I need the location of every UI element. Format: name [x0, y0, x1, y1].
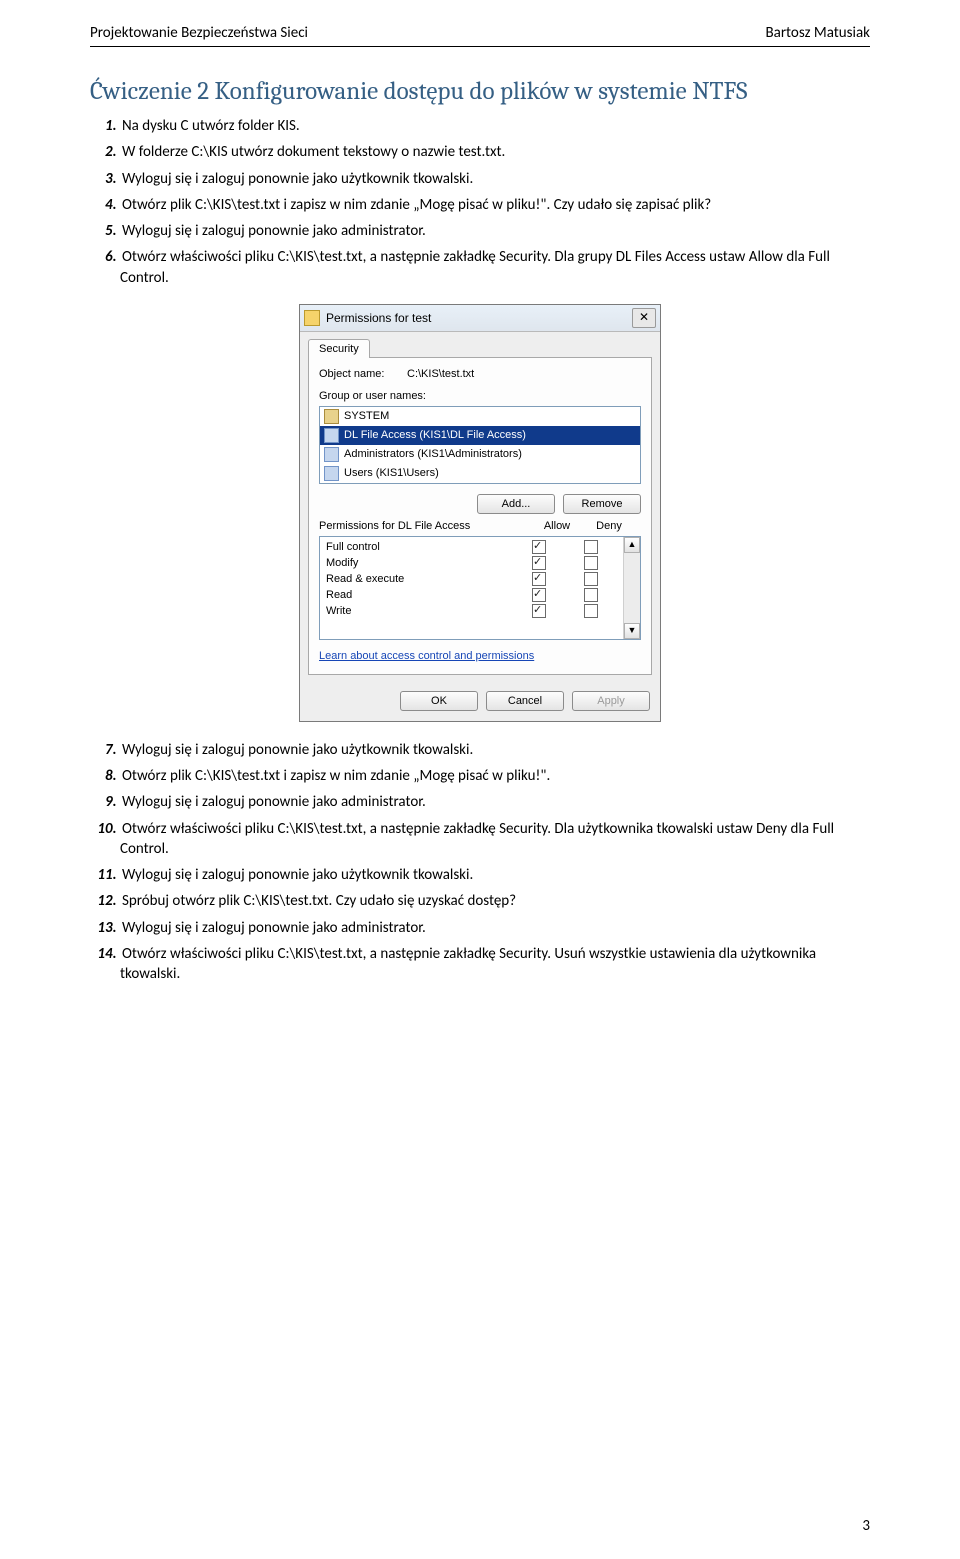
- page-header: Projektowanie Bezpieczeństwa Sieci Barto…: [90, 24, 870, 42]
- group-icon: [324, 466, 339, 481]
- object-name-label: Object name:: [319, 368, 399, 380]
- permission-name: Modify: [326, 557, 513, 569]
- permissions-header: Permissions for DL File Access Allow Den…: [319, 520, 641, 536]
- principals-listbox[interactable]: SYSTEM DL File Access (KIS1\DL File Acce…: [319, 406, 641, 484]
- step-text: Wyloguj się i zaloguj ponownie jako admi…: [120, 222, 426, 240]
- list-item[interactable]: DL File Access (KIS1\DL File Access): [320, 426, 640, 445]
- scroll-up-icon[interactable]: ▲: [624, 537, 640, 553]
- permissions-table: Full control Modify Read & execute: [319, 536, 641, 640]
- step-item: Otwórz właściwości pliku C:\KIS\test.txt…: [120, 944, 870, 985]
- principal-name: DL File Access (KIS1\DL File Access): [344, 429, 526, 441]
- step-item: Wyloguj się i zaloguj ponownie jako użyt…: [120, 865, 870, 885]
- tab-strip: Security: [300, 332, 660, 357]
- step-item: W folderze C:\KIS utwórz dokument teksto…: [120, 142, 870, 162]
- step-text: Spróbuj otwórz plik C:\KIS\test.txt. Czy…: [120, 892, 516, 910]
- permission-row: Modify: [322, 555, 621, 571]
- step-text: Wyloguj się i zaloguj ponownie jako admi…: [120, 793, 426, 811]
- principal-buttons: Add... Remove: [319, 494, 641, 514]
- permissions-scrollbar[interactable]: ▲ ▼: [623, 537, 640, 639]
- object-name-value: C:\KIS\test.txt: [407, 368, 474, 380]
- permission-row: Write: [322, 603, 621, 619]
- learn-link[interactable]: Learn about access control and permissio…: [319, 650, 641, 662]
- step-text: Otwórz plik C:\KIS\test.txt i zapisz w n…: [120, 767, 550, 785]
- permissions-dialog: Permissions for test ✕ Security Object n…: [299, 304, 661, 722]
- tab-security[interactable]: Security: [308, 339, 370, 358]
- step-text: Wyloguj się i zaloguj ponownie jako użyt…: [120, 741, 473, 759]
- step-item: Spróbuj otwórz plik C:\KIS\test.txt. Czy…: [120, 891, 870, 911]
- dialog-footer: OK Cancel Apply: [300, 683, 660, 721]
- step-item: Na dysku C utwórz folder KIS.: [120, 116, 870, 136]
- remove-button[interactable]: Remove: [563, 494, 641, 514]
- allow-checkbox[interactable]: [532, 540, 546, 554]
- permissions-for-label: Permissions for DL File Access: [319, 520, 531, 532]
- allow-checkbox[interactable]: [532, 604, 546, 618]
- page: Projektowanie Bezpieczeństwa Sieci Barto…: [0, 0, 960, 1559]
- group-icon: [324, 447, 339, 462]
- deny-checkbox[interactable]: [584, 556, 598, 570]
- user-icon: [324, 409, 339, 424]
- deny-checkbox[interactable]: [584, 540, 598, 554]
- deny-checkbox[interactable]: [584, 588, 598, 602]
- step-text: Otwórz plik C:\KIS\test.txt i zapisz w n…: [120, 196, 711, 214]
- group-or-user-label: Group or user names:: [319, 390, 641, 402]
- deny-checkbox[interactable]: [584, 604, 598, 618]
- header-rule: [90, 46, 870, 47]
- ok-button[interactable]: OK: [400, 691, 478, 711]
- step-item: Otwórz właściwości pliku C:\KIS\test.txt…: [120, 819, 870, 860]
- permission-name: Read: [326, 589, 513, 601]
- cancel-button[interactable]: Cancel: [486, 691, 564, 711]
- deny-checkbox[interactable]: [584, 572, 598, 586]
- steps-list-bottom: Wyloguj się i zaloguj ponownie jako użyt…: [90, 740, 870, 985]
- step-item: Otwórz plik C:\KIS\test.txt i zapisz w n…: [120, 195, 870, 215]
- list-item[interactable]: SYSTEM: [320, 407, 640, 426]
- permission-name: Read & execute: [326, 573, 513, 585]
- security-tab-body: Object name: C:\KIS\test.txt Group or us…: [308, 357, 652, 675]
- permission-name: Write: [326, 605, 513, 617]
- step-text: W folderze C:\KIS utwórz dokument teksto…: [120, 143, 505, 161]
- allow-checkbox[interactable]: [532, 588, 546, 602]
- step-text: Otwórz właściwości pliku C:\KIS\test.txt…: [120, 945, 816, 983]
- step-item: Otwórz właściwości pliku C:\KIS\test.txt…: [120, 247, 870, 288]
- step-item: Wyloguj się i zaloguj ponownie jako admi…: [120, 792, 870, 812]
- step-text: Wyloguj się i zaloguj ponownie jako użyt…: [120, 170, 473, 188]
- principal-name: SYSTEM: [344, 410, 389, 422]
- permission-name: Full control: [326, 541, 513, 553]
- group-icon: [324, 428, 339, 443]
- step-item: Wyloguj się i zaloguj ponownie jako admi…: [120, 918, 870, 938]
- principal-name: Users (KIS1\Users): [344, 467, 439, 479]
- close-button[interactable]: ✕: [632, 308, 656, 328]
- object-name-row: Object name: C:\KIS\test.txt: [319, 368, 641, 380]
- allow-checkbox[interactable]: [532, 556, 546, 570]
- permission-row: Read & execute: [322, 571, 621, 587]
- step-item: Wyloguj się i zaloguj ponownie jako admi…: [120, 221, 870, 241]
- apply-button[interactable]: Apply: [572, 691, 650, 711]
- step-text: Otwórz właściwości pliku C:\KIS\test.txt…: [120, 248, 830, 286]
- page-number: 3: [862, 1517, 870, 1535]
- steps-list-top: Na dysku C utwórz folder KIS. W folderze…: [90, 116, 870, 288]
- permission-row: Full control: [322, 539, 621, 555]
- lock-icon: [304, 310, 320, 326]
- exercise-title: Ćwiczenie 2 Konfigurowanie dostępu do pl…: [90, 77, 870, 106]
- header-left: Projektowanie Bezpieczeństwa Sieci: [90, 24, 308, 42]
- step-item: Wyloguj się i zaloguj ponownie jako użyt…: [120, 740, 870, 760]
- list-item[interactable]: Users (KIS1\Users): [320, 464, 640, 483]
- dialog-title: Permissions for test: [326, 311, 632, 325]
- step-text: Wyloguj się i zaloguj ponownie jako użyt…: [120, 866, 473, 884]
- principal-name: Administrators (KIS1\Administrators): [344, 448, 522, 460]
- add-button[interactable]: Add...: [477, 494, 555, 514]
- list-item[interactable]: Administrators (KIS1\Administrators): [320, 445, 640, 464]
- step-item: Otwórz plik C:\KIS\test.txt i zapisz w n…: [120, 766, 870, 786]
- scroll-down-icon[interactable]: ▼: [624, 623, 640, 639]
- deny-header: Deny: [583, 520, 635, 532]
- step-item: Wyloguj się i zaloguj ponownie jako użyt…: [120, 169, 870, 189]
- allow-header: Allow: [531, 520, 583, 532]
- step-text: Wyloguj się i zaloguj ponownie jako admi…: [120, 919, 426, 937]
- dialog-titlebar[interactable]: Permissions for test ✕: [300, 305, 660, 332]
- step-text: Otwórz właściwości pliku C:\KIS\test.txt…: [120, 820, 834, 858]
- header-right: Bartosz Matusiak: [765, 24, 870, 42]
- allow-checkbox[interactable]: [532, 572, 546, 586]
- permission-row: Read: [322, 587, 621, 603]
- step-text: Na dysku C utwórz folder KIS.: [120, 117, 300, 135]
